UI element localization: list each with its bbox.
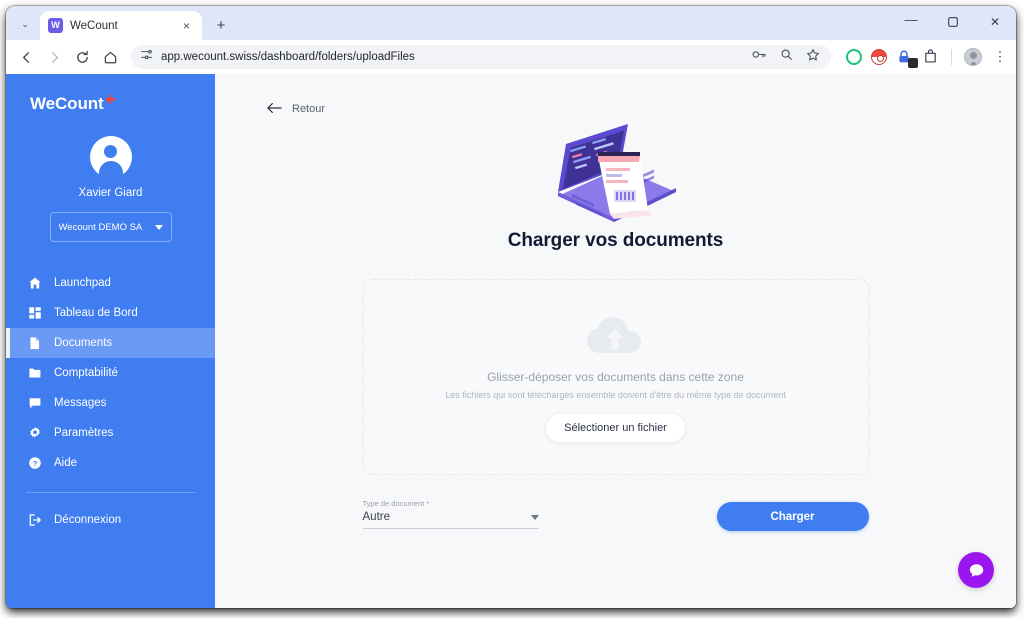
chrome-menu-icon[interactable]: ⋮ <box>991 46 1009 68</box>
folder-icon <box>27 366 42 381</box>
charger-button[interactable]: Charger <box>716 502 869 531</box>
laptop-receipt-illustration <box>363 122 869 222</box>
brand-name: WeCount <box>30 94 104 113</box>
logout-icon <box>27 513 42 528</box>
reload-button[interactable] <box>69 44 96 71</box>
maximize-button[interactable] <box>932 6 974 38</box>
sidebar-item-label: Comptabilité <box>54 367 118 379</box>
sidebar-item-label: Messages <box>54 397 107 409</box>
sidebar-item-aide[interactable]: ? Aide <box>6 448 215 478</box>
close-window-button[interactable]: ✕ <box>974 6 1016 38</box>
chevron-down-icon <box>154 224 163 230</box>
sidebar-item-deconnexion[interactable]: Déconnexion <box>6 505 215 535</box>
sidebar-item-label: Launchpad <box>54 277 111 289</box>
toolbar-divider <box>951 49 952 65</box>
sidebar-item-label: Tableau de Bord <box>54 307 138 319</box>
select-file-button[interactable]: Sélectioner un fichier <box>545 412 686 443</box>
swiss-cross-icon <box>105 95 115 104</box>
upload-form-row: Type de document * Autre Charger <box>362 499 869 531</box>
green-ring-extension-icon[interactable] <box>846 49 862 65</box>
user-profile: Xavier Giard Wecount DEMO SA <box>6 136 215 242</box>
window-controls: — ✕ <box>890 6 1016 38</box>
gear-icon <box>27 426 42 441</box>
dropzone-primary-text: Glisser-déposer vos documents dans cette… <box>487 369 744 384</box>
extension-icons: ⋮ <box>838 46 1009 68</box>
extensions-puzzle-icon[interactable] <box>923 49 939 65</box>
svg-text:?: ? <box>32 459 37 468</box>
wecount-favicon: W <box>48 18 63 33</box>
chat-bubble-icon <box>969 563 983 577</box>
browser-toolbar: app.wecount.swiss/dashboard/folders/uplo… <box>6 40 1016 74</box>
chevron-down-icon <box>530 514 539 520</box>
forward-button <box>41 44 68 71</box>
page-title: Charger vos documents <box>507 230 724 251</box>
tab-search-button[interactable]: ⌄ <box>12 11 38 37</box>
sidebar-nav: Launchpad Tableau de Bord Documents Comp… <box>6 268 215 535</box>
file-dropzone[interactable]: Glisser-déposer vos documents dans cette… <box>362 279 869 475</box>
cloud-upload-icon <box>584 312 648 356</box>
chrome-profile-avatar[interactable] <box>964 48 982 66</box>
chevron-down-icon: ⌄ <box>21 18 29 29</box>
address-bar[interactable]: app.wecount.swiss/dashboard/folders/uplo… <box>131 45 831 69</box>
tab-title: WeCount <box>70 19 118 32</box>
url-text: app.wecount.swiss/dashboard/folders/uplo… <box>161 51 415 63</box>
sidebar-item-documents[interactable]: Documents <box>6 328 215 358</box>
sidebar-item-label: Documents <box>54 337 113 349</box>
back-link[interactable]: Retour <box>215 74 1016 116</box>
minimize-button[interactable]: — <box>890 6 932 38</box>
company-selector[interactable]: Wecount DEMO SA <box>49 212 172 242</box>
chat-widget-button[interactable] <box>958 552 994 588</box>
sidebar-item-label: Paramètres <box>54 427 114 439</box>
document-icon <box>27 336 42 351</box>
document-type-select[interactable]: Type de document * Autre <box>362 499 539 531</box>
close-icon[interactable]: × <box>179 18 194 33</box>
browser-tab-wecount[interactable]: W WeCount × <box>40 11 202 40</box>
chat-icon <box>27 396 42 411</box>
sidebar-item-parametres[interactable]: Paramètres <box>6 418 215 448</box>
dropzone-secondary-text: Les fichiers qui sont téléchargés ensemb… <box>445 389 786 400</box>
pokeball-extension-icon[interactable] <box>871 49 887 65</box>
tab-strip: ⌄ W WeCount × + — ✕ <box>6 6 1016 40</box>
passkey-icon[interactable] <box>752 48 767 66</box>
sidebar-item-messages[interactable]: Messages <box>6 388 215 418</box>
dashboard-icon <box>27 306 42 321</box>
page-viewport: WeCount Xavier Giard Wecount DEMO SA Lau… <box>6 74 1016 608</box>
search-icon[interactable] <box>780 48 793 66</box>
sidebar-item-launchpad[interactable]: Launchpad <box>6 268 215 298</box>
sidebar-item-comptabilite[interactable]: Comptabilité <box>6 358 215 388</box>
avatar[interactable] <box>89 136 132 178</box>
main-content: Retour Charger vos documents Glisser-dép… <box>215 74 1016 608</box>
favicon-letter: W <box>51 20 60 30</box>
bookmark-star-icon[interactable] <box>806 48 820 67</box>
home-button[interactable] <box>97 44 124 71</box>
document-type-control[interactable]: Autre <box>362 511 539 529</box>
user-name: Xavier Giard <box>78 187 143 199</box>
back-button[interactable] <box>13 44 40 71</box>
omnibox-actions <box>752 48 822 67</box>
lastpass-lock-icon[interactable] <box>896 49 918 68</box>
sidebar-divider <box>26 492 195 493</box>
site-settings-icon[interactable] <box>140 48 153 66</box>
brand-logo[interactable]: WeCount <box>6 74 215 114</box>
app-sidebar: WeCount Xavier Giard Wecount DEMO SA Lau… <box>6 74 215 608</box>
upload-panel: Charger vos documents Glisser-déposer vo… <box>362 116 869 531</box>
new-tab-button[interactable]: + <box>208 12 234 38</box>
back-label: Retour <box>292 103 326 115</box>
browser-window: ⌄ W WeCount × + — ✕ app.wecount.swiss/da… <box>6 6 1016 608</box>
company-name: Wecount DEMO SA <box>58 221 143 233</box>
sidebar-item-label: Aide <box>54 457 78 469</box>
document-type-label: Type de document * <box>362 499 430 508</box>
help-icon: ? <box>27 456 42 471</box>
document-type-value: Autre <box>362 511 391 523</box>
home-icon <box>27 276 42 291</box>
sidebar-item-label: Déconnexion <box>54 514 122 526</box>
sidebar-item-tableau-de-bord[interactable]: Tableau de Bord <box>6 298 215 328</box>
arrow-left-icon <box>267 102 283 116</box>
